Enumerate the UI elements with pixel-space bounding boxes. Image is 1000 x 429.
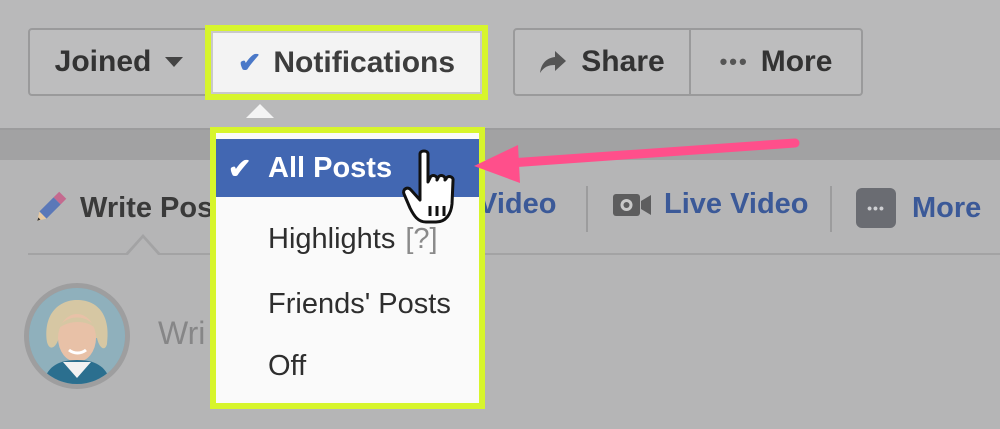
composer-placeholder[interactable]: Wri: [158, 315, 205, 352]
more-button[interactable]: ••• More: [689, 28, 863, 96]
caret-down-icon: [165, 57, 184, 67]
share-label: Share: [581, 45, 665, 78]
dropdown-item-label: Off: [268, 350, 307, 382]
dropdown-item-label: Highlights: [268, 223, 396, 255]
tab-write-post[interactable]: Write Post: [30, 188, 223, 228]
joined-button[interactable]: Joined: [28, 28, 210, 96]
more-label: More: [760, 45, 833, 78]
dropdown-item-friends-posts[interactable]: Friends' Posts: [216, 288, 479, 321]
active-tab-pointer-fill: [127, 238, 159, 256]
pencil-icon: [37, 191, 67, 221]
share-arrow-icon: [540, 51, 567, 73]
tabs-divider: [28, 253, 1000, 255]
notifications-label: Notifications: [273, 45, 456, 79]
joined-label: Joined: [54, 45, 152, 78]
share-button[interactable]: Share: [513, 28, 691, 96]
notifications-highlight: ✔ Notifications: [205, 25, 488, 100]
notifications-button[interactable]: ✔ Notifications: [211, 31, 482, 94]
dropdown-item-label: All Posts: [268, 151, 393, 184]
annotation-arrow-icon: [474, 138, 800, 183]
more-dots-icon: •••: [856, 188, 896, 228]
avatar[interactable]: [24, 283, 130, 389]
dropdown-item-label: Friends' Posts: [268, 288, 451, 320]
check-icon: ✔: [228, 152, 252, 184]
ellipsis-icon: •••: [719, 49, 749, 74]
tab-separator: [830, 186, 832, 232]
tab-more[interactable]: ••• More: [856, 188, 981, 228]
dropdown-caret: [246, 104, 274, 118]
video-camera-icon: [613, 193, 651, 216]
dropdown-item-off[interactable]: Off: [216, 350, 479, 383]
hand-cursor-icon: [402, 149, 455, 224]
tab-more-label: More: [912, 191, 982, 224]
check-icon: ✔: [237, 47, 262, 78]
tab-write-post-label: Write Post: [80, 191, 223, 224]
avatar-portrait: [29, 288, 125, 384]
